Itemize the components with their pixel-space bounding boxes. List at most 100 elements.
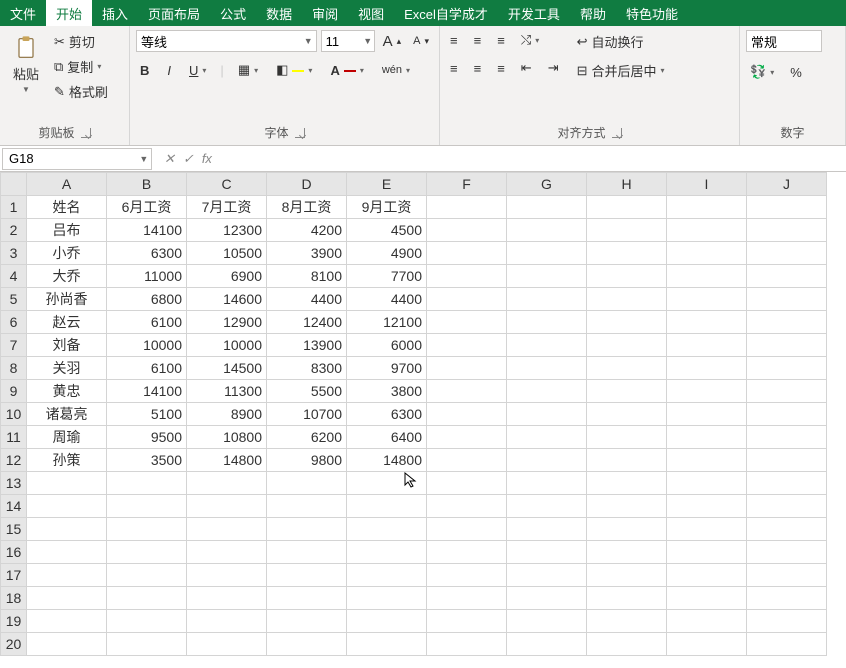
cell-G15[interactable] xyxy=(507,518,587,541)
cell-E5[interactable]: 4400 xyxy=(347,288,427,311)
cell-D10[interactable]: 10700 xyxy=(267,403,347,426)
cell-H19[interactable] xyxy=(587,610,667,633)
cell-G17[interactable] xyxy=(507,564,587,587)
column-header-E[interactable]: E xyxy=(347,173,427,196)
cell-B3[interactable]: 6300 xyxy=(107,242,187,265)
cell-E2[interactable]: 4500 xyxy=(347,219,427,242)
cell-A20[interactable] xyxy=(27,633,107,656)
chevron-down-icon[interactable]: ▼ xyxy=(301,36,316,46)
cell-E4[interactable]: 7700 xyxy=(347,265,427,288)
cell-J9[interactable] xyxy=(747,380,827,403)
cell-E14[interactable] xyxy=(347,495,427,518)
cell-G18[interactable] xyxy=(507,587,587,610)
row-header-18[interactable]: 18 xyxy=(1,587,27,610)
cell-A9[interactable]: 黄忠 xyxy=(27,380,107,403)
cell-F2[interactable] xyxy=(427,219,507,242)
cell-B1[interactable]: 6月工资 xyxy=(107,196,187,219)
shrink-font-button[interactable]: A▾ xyxy=(409,33,433,49)
row-header-11[interactable]: 11 xyxy=(1,426,27,449)
underline-button[interactable]: U▾ xyxy=(185,61,210,80)
row-header-15[interactable]: 15 xyxy=(1,518,27,541)
cell-H12[interactable] xyxy=(587,449,667,472)
cell-F18[interactable] xyxy=(427,587,507,610)
cell-A3[interactable]: 小乔 xyxy=(27,242,107,265)
cell-A12[interactable]: 孙策 xyxy=(27,449,107,472)
number-format-combo[interactable] xyxy=(746,30,822,52)
cell-G13[interactable] xyxy=(507,472,587,495)
cell-G19[interactable] xyxy=(507,610,587,633)
tab-1[interactable]: 开始 xyxy=(46,0,92,26)
cell-F9[interactable] xyxy=(427,380,507,403)
cell-F1[interactable] xyxy=(427,196,507,219)
cell-C1[interactable]: 7月工资 xyxy=(187,196,267,219)
cell-H13[interactable] xyxy=(587,472,667,495)
cell-D1[interactable]: 8月工资 xyxy=(267,196,347,219)
cell-A5[interactable]: 孙尚香 xyxy=(27,288,107,311)
tab-2[interactable]: 插入 xyxy=(92,0,138,26)
cell-H15[interactable] xyxy=(587,518,667,541)
cell-G12[interactable] xyxy=(507,449,587,472)
cell-J11[interactable] xyxy=(747,426,827,449)
tab-7[interactable]: 视图 xyxy=(348,0,394,26)
cell-B9[interactable]: 14100 xyxy=(107,380,187,403)
font-size-combo[interactable]: ▼ xyxy=(321,30,375,52)
chevron-down-icon[interactable]: ▼ xyxy=(362,36,374,46)
cell-A17[interactable] xyxy=(27,564,107,587)
align-left-button[interactable]: ≡ xyxy=(446,59,462,78)
cell-H1[interactable] xyxy=(587,196,667,219)
cell-D14[interactable] xyxy=(267,495,347,518)
cell-J4[interactable] xyxy=(747,265,827,288)
row-header-7[interactable]: 7 xyxy=(1,334,27,357)
grow-font-button[interactable]: A▴ xyxy=(379,31,406,52)
cell-E13[interactable] xyxy=(347,472,427,495)
cell-A8[interactable]: 关羽 xyxy=(27,357,107,380)
cell-I15[interactable] xyxy=(667,518,747,541)
cell-A15[interactable] xyxy=(27,518,107,541)
merge-center-button[interactable]: ⊟ 合并后居中 ▾ xyxy=(573,59,669,82)
cell-I6[interactable] xyxy=(667,311,747,334)
cell-F5[interactable] xyxy=(427,288,507,311)
cell-B16[interactable] xyxy=(107,541,187,564)
row-header-3[interactable]: 3 xyxy=(1,242,27,265)
cell-H16[interactable] xyxy=(587,541,667,564)
copy-button[interactable]: ⧉ 复制 ▾ xyxy=(50,55,112,78)
cell-E16[interactable] xyxy=(347,541,427,564)
cell-G3[interactable] xyxy=(507,242,587,265)
cell-H2[interactable] xyxy=(587,219,667,242)
cell-D15[interactable] xyxy=(267,518,347,541)
cell-E12[interactable]: 14800 xyxy=(347,449,427,472)
cell-C2[interactable]: 12300 xyxy=(187,219,267,242)
cell-F3[interactable] xyxy=(427,242,507,265)
name-box[interactable]: ▼ xyxy=(2,148,152,170)
cell-D2[interactable]: 4200 xyxy=(267,219,347,242)
cell-H10[interactable] xyxy=(587,403,667,426)
cell-E10[interactable]: 6300 xyxy=(347,403,427,426)
cell-I1[interactable] xyxy=(667,196,747,219)
cell-F10[interactable] xyxy=(427,403,507,426)
cell-H20[interactable] xyxy=(587,633,667,656)
row-header-8[interactable]: 8 xyxy=(1,357,27,380)
tab-9[interactable]: 开发工具 xyxy=(498,0,570,26)
cell-D3[interactable]: 3900 xyxy=(267,242,347,265)
cell-I5[interactable] xyxy=(667,288,747,311)
cell-F20[interactable] xyxy=(427,633,507,656)
cell-G4[interactable] xyxy=(507,265,587,288)
column-header-J[interactable]: J xyxy=(747,173,827,196)
cell-H4[interactable] xyxy=(587,265,667,288)
cell-G16[interactable] xyxy=(507,541,587,564)
cell-G8[interactable] xyxy=(507,357,587,380)
cell-C10[interactable]: 8900 xyxy=(187,403,267,426)
cell-C7[interactable]: 10000 xyxy=(187,334,267,357)
cell-J15[interactable] xyxy=(747,518,827,541)
cell-D8[interactable]: 8300 xyxy=(267,357,347,380)
cell-J19[interactable] xyxy=(747,610,827,633)
cell-G6[interactable] xyxy=(507,311,587,334)
cell-C20[interactable] xyxy=(187,633,267,656)
cell-C9[interactable]: 11300 xyxy=(187,380,267,403)
row-header-20[interactable]: 20 xyxy=(1,633,27,656)
tab-11[interactable]: 特色功能 xyxy=(616,0,688,26)
row-header-5[interactable]: 5 xyxy=(1,288,27,311)
cell-D18[interactable] xyxy=(267,587,347,610)
cell-C12[interactable]: 14800 xyxy=(187,449,267,472)
cell-F15[interactable] xyxy=(427,518,507,541)
